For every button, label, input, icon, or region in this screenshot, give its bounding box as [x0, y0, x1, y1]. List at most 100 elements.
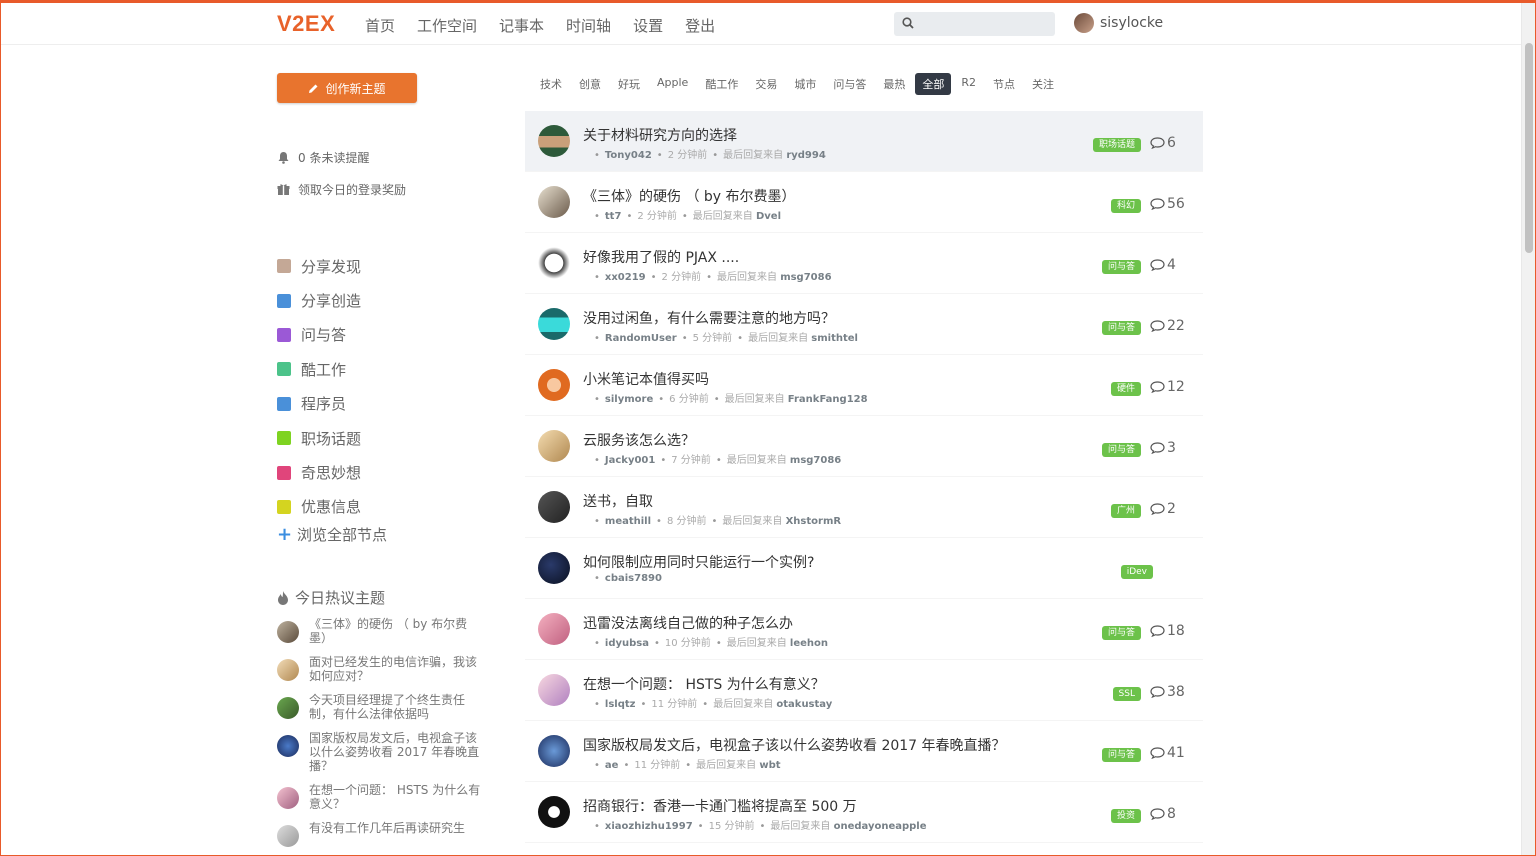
tab-all[interactable]: 全部 — [915, 73, 952, 95]
scrollbar-thumb[interactable] — [1525, 43, 1533, 253]
tab-play[interactable]: 好玩 — [611, 73, 647, 95]
hot-topic-item[interactable]: 面对已经发生的电信诈骗，我该如何应对？ — [277, 655, 487, 683]
node-share-creation[interactable]: 分享创造 — [277, 283, 387, 317]
nav-settings[interactable]: 设置 — [633, 15, 663, 36]
topic-row[interactable]: 没用过闲鱼，有什么需要注意的地方吗？ • RandomUser • 5 分钟前 • 最后回复… — [525, 294, 1203, 355]
node-programmer[interactable]: 程序员 — [277, 387, 387, 421]
topic-title[interactable]: 没用过闲鱼，有什么需要注意的地方吗？ — [583, 308, 835, 328]
topic-author[interactable]: Jacky001 — [605, 455, 655, 466]
hot-topic-item[interactable]: 国家版权局发文后，电视盒子该以什么姿势收看 2017 年春晚直播？ — [277, 731, 487, 773]
hot-topic-title[interactable]: 《三体》的硬伤 （ by 布尔费墨） — [309, 617, 485, 645]
last-reply-user[interactable]: msg7086 — [790, 455, 841, 466]
tab-qna[interactable]: 问与答 — [826, 73, 873, 95]
topic-title[interactable]: 如何限制应用同时只能运行一个实例? — [583, 552, 814, 572]
hot-topic-item[interactable]: 《三体》的硬伤 （ by 布尔费墨） — [277, 617, 487, 645]
avatar[interactable] — [538, 491, 570, 523]
hot-topic-item[interactable]: 今天项目经理提了个终生责任制，有什么法律依据吗 — [277, 693, 487, 721]
topic-row[interactable]: 好像我用了假的 PJAX .... • xx0219 • 2 分钟前 • 最后回复来自 ms… — [525, 233, 1203, 294]
tab-tech[interactable]: 技术 — [533, 73, 569, 95]
topic-author[interactable]: ae — [605, 760, 619, 771]
node-qna[interactable]: 问与答 — [277, 318, 387, 352]
avatar[interactable] — [1074, 13, 1094, 33]
node-badge[interactable]: SSL — [1112, 687, 1141, 701]
tab-creative[interactable]: 创意 — [572, 73, 608, 95]
topic-title[interactable]: 在想一个问题： HSTS 为什么有意义？ — [583, 674, 825, 694]
user-menu[interactable]: sisylocke — [1074, 13, 1163, 33]
topic-row[interactable]: 国家版权局发文后，电视盒子该以什么姿势收看 2017 年春晚直播？ • ae • 11 … — [525, 721, 1203, 782]
topic-row[interactable]: 《三体》的硬伤 （ by 布尔费墨） • tt7 • 2 分钟前 • 最后回复来自 Dvel… — [525, 172, 1203, 233]
reply-count[interactable]: 56 — [1150, 196, 1185, 212]
topic-title[interactable]: 招商银行：香港一卡通门槛将提高至 500 万 — [583, 796, 857, 816]
node-badge[interactable]: 问与答 — [1101, 626, 1141, 640]
last-reply-user[interactable]: msg7086 — [780, 272, 831, 283]
avatar[interactable] — [538, 247, 570, 279]
node-ideas[interactable]: 奇思妙想 — [277, 455, 387, 489]
topic-row[interactable]: 招商银行：香港一卡通门槛将提高至 500 万 • xiaozhizhu1997 • 15… — [525, 782, 1203, 843]
last-reply-user[interactable]: otakustay — [776, 699, 832, 710]
topic-author[interactable]: cbais7890 — [605, 573, 662, 584]
browse-all-nodes[interactable]: + 浏览全部节点 — [277, 524, 387, 545]
hot-topic-item[interactable]: 在想一个问题： HSTS 为什么有意义？ — [277, 783, 487, 811]
unread-notifications[interactable]: 0 条未读提醒 — [277, 149, 369, 166]
node-jobs[interactable]: 酷工作 — [277, 352, 387, 386]
tab-apple[interactable]: Apple — [650, 73, 695, 95]
avatar[interactable] — [538, 125, 570, 157]
node-badge[interactable]: 广州 — [1110, 504, 1141, 518]
topic-row[interactable]: 迅雷没法离线自己做的种子怎么办 • idyubsa • 10 分钟前 • 最后回复来自 le… — [525, 599, 1203, 660]
node-badge[interactable]: 硬件 — [1110, 382, 1141, 396]
avatar[interactable] — [538, 796, 570, 828]
last-reply-user[interactable]: onedayoneapple — [834, 821, 927, 832]
topic-title[interactable]: 《三体》的硬伤 （ by 布尔费墨） — [583, 186, 796, 206]
daily-reward-link[interactable]: 领取今日的登录奖励 — [277, 181, 406, 198]
hot-topic-title[interactable]: 有没有工作几年后再读研究生 — [309, 821, 485, 847]
topic-title[interactable]: 送书，自取 — [583, 491, 653, 511]
reply-count[interactable]: 41 — [1150, 745, 1185, 761]
search-box[interactable] — [894, 12, 1055, 36]
reply-count[interactable]: 22 — [1150, 318, 1185, 334]
node-badge[interactable]: 问与答 — [1101, 321, 1141, 335]
topic-author[interactable]: Tony042 — [605, 150, 652, 161]
tab-r2[interactable]: R2 — [954, 73, 983, 95]
search-input[interactable] — [920, 14, 1048, 34]
reply-count[interactable]: 3 — [1150, 440, 1176, 456]
node-badge[interactable]: iDev — [1120, 565, 1153, 579]
node-badge[interactable]: 投资 — [1110, 809, 1141, 823]
hot-topic-item[interactable]: 有没有工作几年后再读研究生 — [277, 821, 487, 847]
tab-deals[interactable]: 交易 — [748, 73, 784, 95]
node-badge[interactable]: 问与答 — [1101, 748, 1141, 762]
last-reply-user[interactable]: smithtel — [811, 333, 858, 344]
nav-workspace[interactable]: 工作空间 — [417, 15, 477, 36]
scrollbar[interactable] — [1521, 3, 1535, 855]
username[interactable]: sisylocke — [1100, 15, 1163, 31]
reply-count[interactable]: 4 — [1150, 257, 1176, 273]
site-logo[interactable]: V2EX — [277, 11, 335, 37]
nav-timeline[interactable]: 时间轴 — [566, 15, 611, 36]
topic-author[interactable]: meathill — [605, 516, 651, 527]
nav-logout[interactable]: 登出 — [685, 15, 715, 36]
avatar[interactable] — [538, 735, 570, 767]
avatar[interactable] — [538, 369, 570, 401]
topic-author[interactable]: RandomUser — [605, 333, 677, 344]
reply-count[interactable]: 2 — [1150, 501, 1176, 517]
topic-author[interactable]: xiaozhizhu1997 — [605, 821, 693, 832]
nav-home[interactable]: 首页 — [365, 15, 395, 36]
topic-title[interactable]: 小米笔记本值得买吗 — [583, 369, 709, 389]
topic-row[interactable]: 送书，自取 • meathill • 8 分钟前 • 最后回复来自 XhstormR 广州 2 — [525, 477, 1203, 538]
avatar[interactable] — [538, 613, 570, 645]
avatar[interactable] — [538, 430, 570, 462]
hot-topic-title[interactable]: 今天项目经理提了个终生责任制，有什么法律依据吗 — [309, 693, 485, 721]
reply-count[interactable]: 6 — [1150, 135, 1176, 151]
last-reply-user[interactable]: Dvel — [756, 211, 781, 222]
topic-title[interactable]: 关于材料研究方向的选择 — [583, 125, 737, 145]
hot-topic-title[interactable]: 国家版权局发文后，电视盒子该以什么姿势收看 2017 年春晚直播？ — [309, 731, 485, 773]
topic-row[interactable]: 关于材料研究方向的选择 • Tony042 • 2 分钟前 • 最后回复来自 ryd994 职… — [525, 111, 1203, 172]
topic-author[interactable]: tt7 — [605, 211, 622, 222]
reply-count[interactable]: 8 — [1150, 806, 1176, 822]
last-reply-user[interactable]: wbt — [759, 760, 780, 771]
topic-title[interactable]: 好像我用了假的 PJAX .... — [583, 247, 739, 267]
topic-author[interactable]: idyubsa — [605, 638, 649, 649]
tab-nodes[interactable]: 节点 — [986, 73, 1022, 95]
node-badge[interactable]: 问与答 — [1101, 443, 1141, 457]
topic-title[interactable]: 国家版权局发文后，电视盒子该以什么姿势收看 2017 年春晚直播？ — [583, 735, 1006, 755]
last-reply-user[interactable]: ryd994 — [786, 150, 825, 161]
